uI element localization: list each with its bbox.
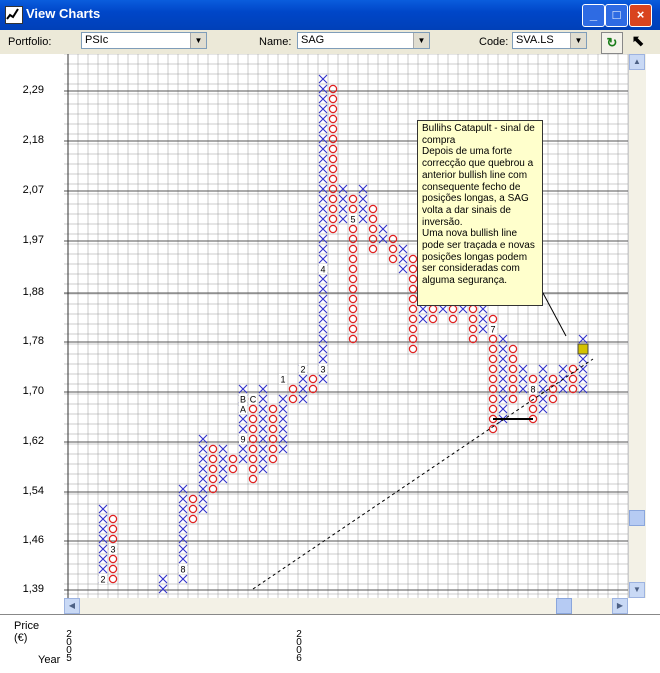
chevron-down-icon[interactable]: ▼ [570, 33, 586, 48]
code-value: SVA.LS [516, 34, 554, 46]
toolbar: Portfolio: PSIc ▼ Name: SAG ▼ Code: SVA.… [0, 30, 660, 54]
maximize-button[interactable]: □ [605, 4, 628, 27]
code-select[interactable]: SVA.LS ▼ [512, 32, 587, 49]
month-label: 4 [320, 265, 325, 275]
month-label: C [250, 395, 257, 405]
app-chart-icon [5, 6, 23, 24]
year-axis-title: Year [38, 654, 61, 666]
scroll-left-button[interactable]: ◀ [64, 598, 80, 614]
cursor-tool-button[interactable]: ⬉ [627, 32, 649, 54]
vertical-scroll-thumb[interactable] [629, 510, 645, 526]
annotation-text: Bullihs Catapult - sinal de compra Depoi… [422, 123, 535, 287]
window-title: View Charts [26, 6, 101, 21]
month-label: A [240, 405, 246, 415]
year-tick: 2006 [296, 629, 302, 664]
scroll-up-button[interactable]: ▲ [629, 54, 645, 70]
month-label: 7 [490, 325, 495, 335]
month-label: 2 [100, 575, 105, 585]
year-axis-panel: Price (€) Year 2005 2006 [0, 614, 660, 673]
chevron-down-icon[interactable]: ▼ [413, 33, 429, 48]
vertical-scrollbar[interactable]: ▲ ▼ [628, 54, 646, 598]
portfolio-value: PSIc [85, 34, 109, 46]
horizontal-scroll-thumb[interactable] [556, 598, 572, 614]
name-label: Name: [259, 36, 292, 48]
chevron-down-icon[interactable]: ▼ [190, 33, 206, 48]
price-axis-title: Price (€) [14, 620, 40, 644]
month-label: 8 [530, 385, 535, 395]
cursor-icon: ⬉ [631, 33, 645, 50]
minimize-button[interactable]: _ [582, 4, 605, 27]
year-tick: 2005 [66, 629, 72, 664]
refresh-icon: ↻ [606, 35, 618, 50]
month-label: 8 [180, 565, 185, 575]
horizontal-scrollbar[interactable]: ◀ ▶ [64, 598, 628, 614]
title-bar: View Charts _ □ × [0, 0, 660, 30]
month-label: B [240, 395, 246, 405]
scroll-down-button[interactable]: ▼ [629, 582, 645, 598]
month-label: 2 [300, 365, 305, 375]
annotation-note: Bullihs Catapult - sinal de compra Depoi… [417, 120, 543, 306]
month-label: 3 [110, 545, 115, 555]
month-label: 9 [240, 435, 245, 445]
month-label: 3 [320, 365, 325, 375]
name-select[interactable]: SAG ▼ [297, 32, 430, 49]
close-button[interactable]: × [629, 4, 652, 27]
name-value: SAG [301, 34, 325, 46]
month-label: 5 [350, 215, 355, 225]
signal-highlight [577, 343, 589, 355]
month-label: 1 [280, 375, 285, 385]
chart-frame: 2,29 2,18 2,07 1,97 1,88 1,78 1,70 1,62 1,54 1,46… [0, 54, 660, 673]
scroll-right-button[interactable]: ▶ [612, 598, 628, 614]
portfolio-select[interactable]: PSIc ▼ [81, 32, 207, 49]
code-label: Code: [479, 36, 509, 48]
refresh-button[interactable]: ↻ [601, 32, 623, 54]
portfolio-label: Portfolio: [8, 36, 52, 48]
